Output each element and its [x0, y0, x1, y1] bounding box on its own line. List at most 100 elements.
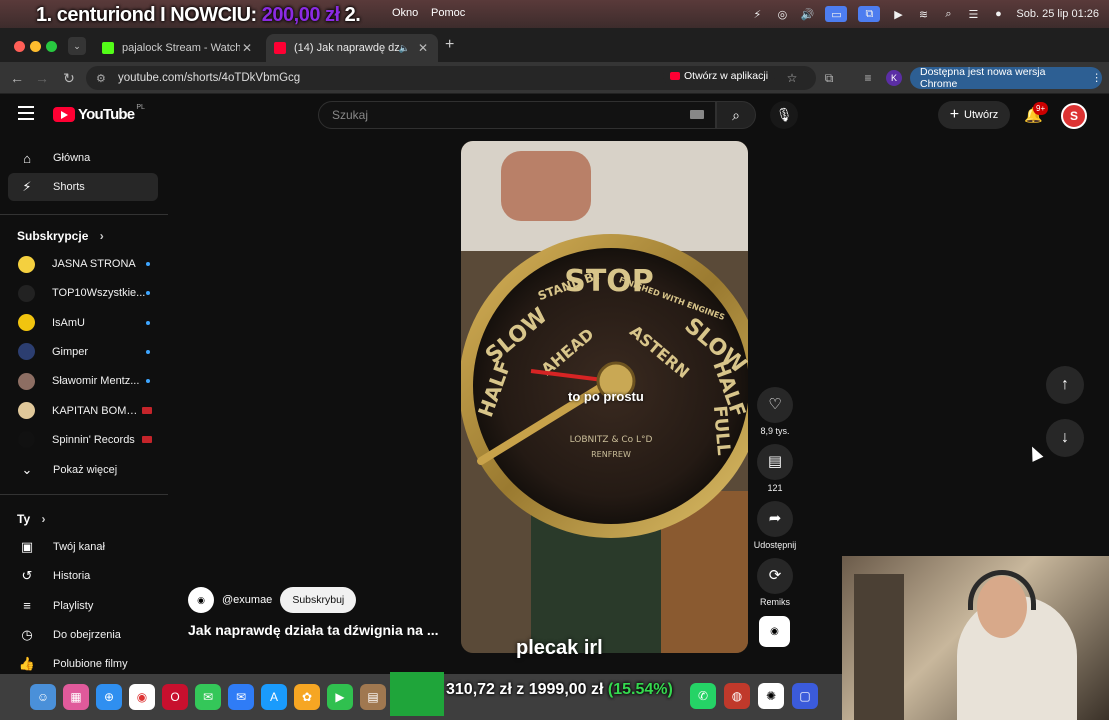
- youtube-logo[interactable]: YouTube PL: [53, 104, 145, 123]
- finder-icon[interactable]: ☺: [30, 684, 56, 710]
- siri-icon[interactable]: ◎: [775, 8, 789, 21]
- remix-icon[interactable]: ⟳: [757, 558, 793, 594]
- messages-icon[interactable]: ✉: [195, 684, 221, 710]
- profile-avatar[interactable]: K: [886, 70, 902, 86]
- sound-thumbnail[interactable]: ◉: [759, 616, 790, 647]
- sidebar-item-label: Shorts: [53, 181, 85, 193]
- sidebar-you-item[interactable]: ◷ Do obejrzenia: [8, 621, 158, 649]
- sidebar-item-label: Spinnin' Records: [52, 433, 135, 446]
- user-icon[interactable]: ●: [991, 8, 1005, 20]
- subscriptions-header[interactable]: Subskrypcje ›: [17, 229, 104, 243]
- menubar-status-area: ⚡ ◎ 🔊 ▭ ⧉ ▶ ≋ ⌕ ☰ ● Sob. 25 lip 01:26: [750, 0, 1099, 28]
- sidebar-subscription-item[interactable]: IsAmU: [8, 309, 158, 337]
- sidebar-subscription-item[interactable]: TOP10Wszystkie...: [8, 279, 158, 307]
- bookmark-star-icon[interactable]: ☆: [784, 70, 800, 86]
- like-action[interactable]: ♡ 8,9 tys.: [752, 387, 798, 436]
- sidebar-you-item[interactable]: ≡ Playlisty: [8, 592, 158, 620]
- sidebar-item-home[interactable]: ⌂ Główna: [8, 144, 158, 172]
- sidebar-subscription-item[interactable]: Spinnin' Records: [8, 426, 158, 454]
- channel-handle[interactable]: @exumae: [222, 594, 272, 606]
- close-tab-icon[interactable]: ✕: [416, 41, 430, 55]
- notes-icon[interactable]: ▤: [360, 684, 386, 710]
- tab-title: pajalock Stream - Watch Live: [122, 42, 240, 54]
- sidebar-you-item[interactable]: ▣ Twój kanał: [8, 533, 158, 561]
- screen-record-icon[interactable]: ▭: [825, 6, 848, 22]
- voice-search-button[interactable]: 🎙: [770, 101, 798, 129]
- site-info-icon[interactable]: ⚙: [96, 72, 110, 85]
- more-menu-icon[interactable]: ⋮: [1092, 72, 1103, 84]
- sidebar-you-item[interactable]: ↺ Historia: [8, 562, 158, 590]
- bolt-icon[interactable]: ⚡: [750, 8, 764, 21]
- launchpad-icon[interactable]: ▦: [63, 684, 89, 710]
- whatsapp-icon[interactable]: ✆: [690, 683, 716, 709]
- tab-youtube-short[interactable]: (14) Jak naprawdę działa 🔈 ✕: [266, 34, 438, 62]
- keyboard-icon[interactable]: [690, 110, 704, 119]
- playlist-icon: ≡: [23, 598, 31, 614]
- forward-icon[interactable]: →: [32, 68, 52, 88]
- tab-search-icon[interactable]: ⌄: [68, 37, 86, 55]
- remix-action[interactable]: ⟳ Remiks: [752, 558, 798, 607]
- control-center-icon[interactable]: ☰: [966, 8, 980, 21]
- overlay-title-prefix: 1. centuriond I NOWCIU:: [36, 4, 257, 26]
- new-tab-icon[interactable]: +: [445, 36, 454, 54]
- photos-icon[interactable]: ✿: [294, 684, 320, 710]
- chrome-update-button[interactable]: Dostępna jest nowa wersja Chrome ⋮: [910, 66, 1103, 90]
- obs-icon[interactable]: ◍: [724, 683, 750, 709]
- sidebar-subscription-item[interactable]: Sławomir Mentz...: [8, 367, 158, 395]
- donation-goal-bar: [390, 672, 444, 716]
- share-action[interactable]: ➦ Udostępnij: [752, 501, 798, 550]
- search-input[interactable]: Szukaj: [318, 101, 716, 129]
- facetime-icon[interactable]: ▶: [327, 684, 353, 710]
- reload-icon[interactable]: ↻: [59, 68, 79, 88]
- minimize-window-icon[interactable]: [30, 41, 41, 52]
- short-title[interactable]: Jak naprawdę działa ta dźwignia na ...: [188, 622, 439, 638]
- screen-mirroring-icon[interactable]: ⧉: [858, 6, 881, 22]
- extensions-icon[interactable]: ⧉: [821, 70, 837, 86]
- comment-icon[interactable]: ▤: [757, 444, 793, 480]
- sidebar-subscription-item[interactable]: Gimper: [8, 338, 158, 366]
- back-icon[interactable]: ←: [7, 68, 27, 88]
- channel-avatar[interactable]: ◉: [188, 587, 214, 613]
- menu-pomoc[interactable]: Pomoc: [431, 7, 465, 19]
- chatgpt-icon[interactable]: ✺: [758, 683, 784, 709]
- chrome-icon[interactable]: ◉: [129, 684, 155, 710]
- share-icon[interactable]: ➦: [757, 501, 793, 537]
- sidebar-subscription-item[interactable]: JASNA STRONA: [8, 250, 158, 278]
- app-icon[interactable]: ▢: [792, 683, 818, 709]
- menu-icon[interactable]: [18, 106, 34, 120]
- wifi-icon[interactable]: ≋: [916, 8, 930, 21]
- you-header[interactable]: Ty ›: [17, 512, 45, 526]
- next-short-button[interactable]: ↓: [1046, 419, 1084, 457]
- show-more-button[interactable]: ⌄ Pokaż więcej: [8, 456, 158, 484]
- sidebar-item-shorts[interactable]: ⚡ Shorts: [8, 173, 158, 201]
- account-avatar[interactable]: S: [1061, 103, 1087, 129]
- subscribe-button[interactable]: Subskrybuj: [280, 587, 357, 613]
- search-icon[interactable]: ⌕: [941, 8, 955, 20]
- volume-icon[interactable]: 🔊: [800, 8, 815, 21]
- safari-icon[interactable]: ⊕: [96, 684, 122, 710]
- zoom-window-icon[interactable]: [46, 41, 57, 52]
- search-button[interactable]: ⌕: [716, 101, 756, 129]
- close-tab-icon[interactable]: ✕: [240, 41, 254, 55]
- previous-short-button[interactable]: ↑: [1046, 366, 1084, 404]
- menu-okno[interactable]: Okno: [392, 7, 418, 19]
- heart-icon[interactable]: ♡: [757, 387, 793, 423]
- dial-maker: LOBNITZ & Co L°D: [570, 435, 653, 445]
- menubar-clock[interactable]: Sob. 25 lip 01:26: [1016, 8, 1099, 20]
- home-icon: ⌂: [23, 150, 31, 166]
- mail-icon[interactable]: ✉: [228, 684, 254, 710]
- tab-audio-icon[interactable]: 🔈: [399, 43, 410, 54]
- channel-avatar-icon: [18, 284, 35, 302]
- create-button[interactable]: + Utwórz: [938, 101, 1010, 129]
- reading-list-icon[interactable]: ≡: [860, 70, 876, 86]
- sidebar-item-label: KAPITAN BOMB...: [52, 404, 142, 417]
- play-icon[interactable]: ▶: [891, 8, 905, 21]
- app-store-icon[interactable]: A: [261, 684, 287, 710]
- tab-kick-stream[interactable]: pajalock Stream - Watch Live ✕: [94, 34, 262, 62]
- sidebar-subscription-item[interactable]: KAPITAN BOMB...: [8, 397, 158, 425]
- url-text[interactable]: youtube.com/shorts/4oTDkVbmGcg: [118, 72, 300, 84]
- opera-icon[interactable]: O: [162, 684, 188, 710]
- open-in-app-button[interactable]: Otwórz w aplikacji: [663, 67, 776, 85]
- close-window-icon[interactable]: [14, 41, 25, 52]
- comments-action[interactable]: ▤ 121: [752, 444, 798, 493]
